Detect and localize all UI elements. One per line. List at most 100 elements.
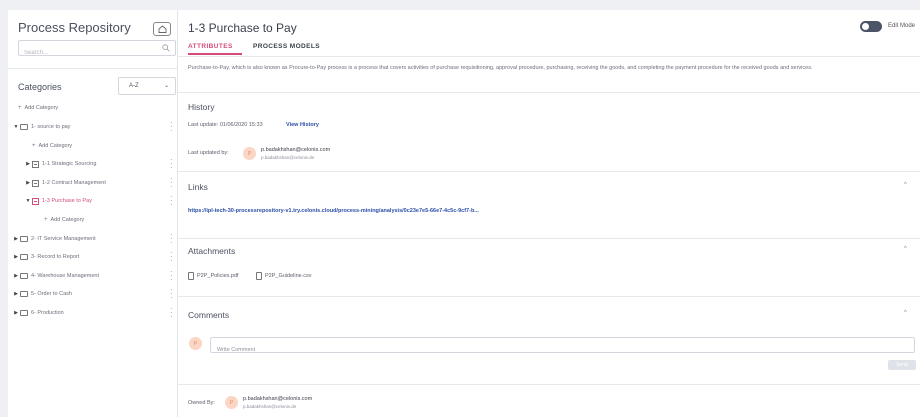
last-update: Last update: 01/06/2020 15:33	[188, 122, 263, 128]
chevron-up-icon[interactable]: ^	[904, 310, 907, 316]
active-tab-indicator	[188, 53, 242, 55]
page-title: 1-3 Purchase to Pay	[188, 21, 297, 35]
attachment-name: P2P_Guideline.csv	[265, 273, 312, 279]
last-update-value: 01/06/2020 15:33	[219, 122, 263, 128]
more-options-icon[interactable]: · · ·	[170, 193, 174, 209]
attachment-item[interactable]: P2P_Guideline.csv	[256, 272, 311, 280]
owner-email: p.badakhshan@celonis.com	[243, 396, 313, 402]
avatar: P	[189, 337, 202, 350]
add-category-label: Add Category	[24, 105, 59, 111]
more-options-icon[interactable]: · · ·	[170, 249, 174, 265]
caret-down-icon[interactable]: ▼	[13, 124, 19, 130]
updater-email-secondary: p.badakhshan@celonis.de	[261, 155, 315, 160]
process-link[interactable]: https://ipl-tech-30-processrepository-v1…	[188, 208, 479, 214]
tree-item-label: 1-2 Contract Management	[42, 180, 106, 186]
tree-item[interactable]: ▼ 1-3 Purchase to Pay · · ·	[8, 193, 178, 209]
tree-item[interactable]: ▶ 5- Order to Cash · · ·	[8, 286, 178, 302]
home-icon	[158, 25, 166, 33]
file-icon	[256, 272, 262, 280]
more-options-icon[interactable]: · · ·	[170, 286, 174, 302]
file-icon	[188, 272, 194, 280]
edit-mode-label: Edit Mode	[888, 23, 916, 29]
chevron-up-icon[interactable]: ^	[904, 246, 907, 252]
tree-item-label: Add Category	[50, 217, 85, 223]
tree-item[interactable]: ▶ 3- Record to Report · · ·	[8, 249, 178, 265]
more-options-icon[interactable]: · · ·	[170, 175, 174, 191]
sort-select[interactable]: A-Z ⌄	[118, 77, 176, 95]
tree-item-label: 1-1 Strategic Sourcing	[42, 161, 97, 167]
divider	[178, 92, 920, 93]
more-options-icon[interactable]: · · ·	[170, 119, 174, 135]
folder-icon	[20, 273, 28, 279]
comment-box	[210, 337, 915, 357]
comment-input[interactable]	[211, 343, 901, 357]
tree-item[interactable]: ▶ 6- Production · · ·	[8, 305, 178, 321]
tree-item[interactable]: ▼ 1- source to pay · · ·	[8, 119, 178, 135]
attachments-title: Attachments	[188, 246, 236, 256]
edit-mode-toggle[interactable]	[860, 21, 882, 32]
search-icon[interactable]	[162, 44, 170, 52]
add-category-button[interactable]: + Add Category	[8, 213, 178, 227]
home-button[interactable]	[153, 22, 171, 36]
process-icon	[32, 160, 39, 168]
add-category-button[interactable]: + Add Category	[8, 139, 178, 153]
caret-right-icon[interactable]: ▶	[13, 291, 19, 297]
more-options-icon[interactable]: · · ·	[170, 156, 174, 172]
avatar: P	[225, 396, 238, 409]
caret-right-icon[interactable]: ▶	[13, 273, 19, 279]
plus-icon: +	[44, 217, 48, 223]
caret-right-icon[interactable]: ▶	[13, 236, 19, 242]
caret-right-icon[interactable]: ▶	[25, 180, 31, 186]
attachment-name: P2P_Policies.pdf	[197, 273, 239, 279]
divider	[178, 171, 920, 172]
folder-icon	[20, 310, 28, 316]
main-panel: 1-3 Purchase to Pay Edit Mode ATTRIBUTES…	[178, 10, 920, 417]
tree-item-label: 3- Record to Report	[31, 254, 80, 260]
tree-item-label: 1-3 Purchase to Pay	[42, 198, 92, 204]
tree-item[interactable]: ▶ 1-1 Strategic Sourcing · · ·	[8, 156, 178, 172]
process-icon	[32, 179, 39, 187]
divider	[178, 296, 920, 297]
chevron-up-icon[interactable]: ^	[904, 182, 907, 188]
plus-icon: +	[18, 105, 22, 111]
caret-right-icon[interactable]: ▶	[25, 161, 31, 167]
tree-item[interactable]: ▶ 4- Warehouse Management · · ·	[8, 268, 178, 284]
history-title: History	[188, 102, 215, 112]
more-options-icon[interactable]: · · ·	[170, 231, 174, 247]
send-button[interactable]: Send	[888, 360, 916, 370]
repository-title: Process Repository	[18, 20, 131, 35]
comments-title: Comments	[188, 310, 230, 320]
add-category-button[interactable]: + Add Category	[8, 101, 178, 115]
owned-by-label: Owned By:	[188, 400, 215, 406]
plus-icon: +	[32, 143, 36, 149]
more-options-icon[interactable]: · · ·	[170, 305, 174, 321]
tree-item-label: 2- IT Service Management	[31, 236, 96, 242]
tree-item-label: 6- Production	[31, 310, 64, 316]
tree-item[interactable]: ▶ 1-2 Contract Management · · ·	[8, 175, 178, 191]
caret-right-icon[interactable]: ▶	[13, 254, 19, 260]
tree-item[interactable]: ▶ 2- IT Service Management · · ·	[8, 231, 178, 247]
last-updated-by-label: Last updated by:	[188, 150, 229, 156]
caret-right-icon[interactable]: ▶	[13, 310, 19, 316]
tab-process-models[interactable]: PROCESS MODELS	[253, 43, 320, 50]
more-options-icon[interactable]: · · ·	[170, 268, 174, 284]
tree-item-label: 5- Order to Cash	[31, 291, 72, 297]
links-title: Links	[188, 182, 208, 192]
caret-down-icon[interactable]: ▼	[25, 198, 31, 204]
attachment-item[interactable]: P2P_Policies.pdf	[188, 272, 239, 280]
sidebar: Process Repository Categories A-Z ⌄ + Ad…	[8, 10, 178, 417]
folder-icon	[20, 236, 28, 242]
view-history-link[interactable]: View History	[286, 122, 319, 128]
categories-label: Categories	[18, 82, 62, 92]
updater-email: p.badakhshan@celonis.com	[261, 147, 331, 153]
tree-item-label: 1- source to pay	[31, 124, 71, 130]
chevron-down-icon: ⌄	[163, 83, 169, 89]
tab-attributes[interactable]: ATTRIBUTES	[188, 43, 233, 50]
folder-icon	[20, 254, 28, 260]
search-input[interactable]	[19, 46, 149, 60]
search-box	[18, 40, 176, 60]
divider	[178, 238, 920, 239]
divider	[8, 68, 178, 69]
divider	[178, 56, 920, 57]
divider	[178, 384, 920, 385]
